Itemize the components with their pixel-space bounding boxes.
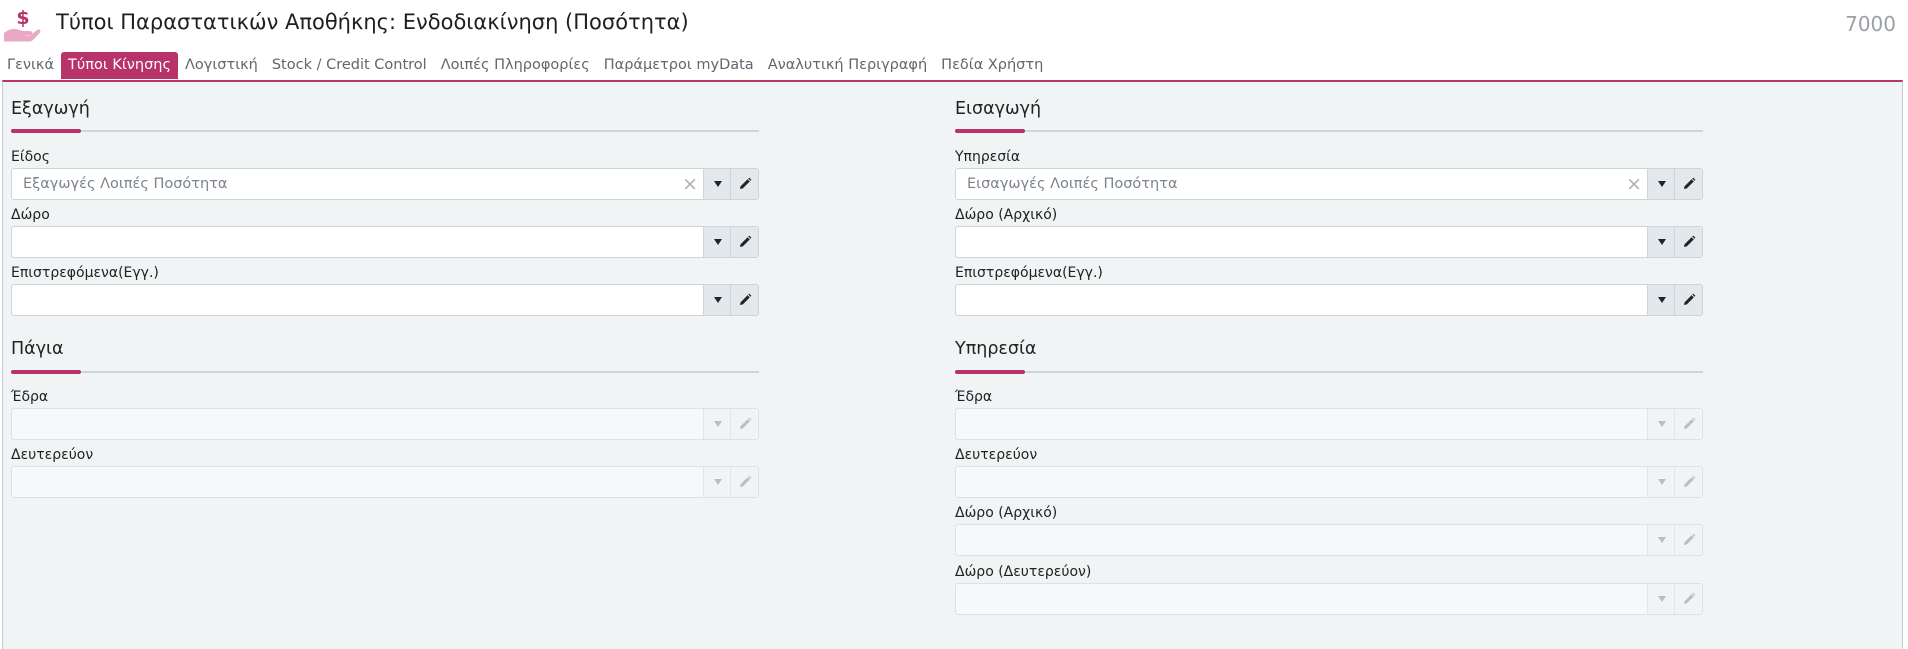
caret-down-icon [1657, 421, 1666, 427]
field-label-secondary: Δευτερεύον [955, 447, 1038, 463]
money-hand-icon: $ [4, 7, 41, 42]
item-value: Εξαγωγές Λοιπές Ποσότητα [23, 176, 228, 192]
field-label-returnables: Επιστρεφόμενα(Εγγ.) [11, 265, 159, 281]
assets-secondary-select [11, 466, 759, 498]
dropdown-button[interactable] [703, 169, 731, 199]
field-label-gift-initial: Δώρο (Αρχικό) [955, 505, 1058, 521]
service-value: Εισαγωγές Λοιπές Ποσότητα [967, 176, 1178, 192]
edit-button[interactable] [1674, 285, 1702, 315]
record-code: 7000 [1845, 12, 1896, 36]
service-gift-initial-select [955, 524, 1703, 556]
pencil-icon [739, 293, 751, 305]
edit-button[interactable] [1674, 227, 1702, 257]
caret-down-icon [713, 479, 722, 485]
section-divider [11, 370, 759, 374]
section-title-assets: Πάγια [11, 339, 64, 359]
dropdown-button [703, 409, 731, 439]
section-title-import: Εισαγωγή [955, 99, 1042, 119]
edit-button[interactable] [1674, 169, 1702, 199]
field-label-service: Υπηρεσία [955, 149, 1021, 165]
tab-general[interactable]: Γενικά [0, 52, 61, 79]
tab-user-fields[interactable]: Πεδία Χρήστη [934, 52, 1050, 79]
page-header: $ Τύποι Παραστατικών Αποθήκης: Ενδοδιακί… [0, 0, 1908, 50]
section-title-service: Υπηρεσία [955, 339, 1037, 359]
field-label-headquarters: Έδρα [955, 389, 993, 405]
dropdown-button[interactable] [1647, 227, 1675, 257]
svg-text:$: $ [16, 7, 29, 29]
pencil-icon [739, 235, 751, 247]
import-returnables-select[interactable] [955, 284, 1703, 316]
edit-button [1674, 584, 1702, 614]
dropdown-button[interactable] [1647, 285, 1675, 315]
service-gift-secondary-select [955, 583, 1703, 615]
dropdown-button [1647, 467, 1675, 497]
caret-down-icon [713, 297, 722, 303]
caret-down-icon [1657, 596, 1666, 602]
edit-button[interactable] [730, 169, 758, 199]
field-label-headquarters: Έδρα [11, 389, 49, 405]
gift-select[interactable] [11, 226, 759, 258]
pencil-icon [739, 417, 751, 429]
caret-down-icon [1657, 537, 1666, 543]
pencil-icon [1683, 293, 1695, 305]
field-label-gift-secondary: Δώρο (Δευτερεύον) [955, 564, 1092, 580]
field-label-gift: Δώρο [11, 207, 50, 223]
gift-initial-select[interactable] [955, 226, 1703, 258]
caret-down-icon [713, 239, 722, 245]
pencil-icon [739, 177, 751, 189]
dropdown-button[interactable] [703, 227, 731, 257]
movement-types-panel: Εξαγωγή Είδος Εξαγωγές Λοιπές Ποσότητα ×… [2, 80, 1903, 649]
pencil-icon [1683, 177, 1695, 189]
tab-bar: Γενικά Τύποι Κίνησης Λογιστική Stock / Cred… [0, 52, 1908, 80]
dropdown-button[interactable] [1647, 169, 1675, 199]
assets-headquarters-select [11, 408, 759, 440]
dropdown-button [1647, 525, 1675, 555]
clear-icon[interactable]: × [1626, 173, 1642, 195]
tab-other-info[interactable]: Λοιπές Πληροφορίες [434, 52, 597, 79]
pencil-icon [1683, 533, 1695, 545]
service-secondary-select [955, 466, 1703, 498]
edit-button[interactable] [730, 285, 758, 315]
tab-accounting[interactable]: Λογιστική [178, 52, 265, 79]
section-title-export: Εξαγωγή [11, 99, 90, 119]
section-divider [11, 129, 759, 133]
service-select[interactable]: Εισαγωγές Λοιπές Ποσότητα × [955, 168, 1703, 200]
caret-down-icon [1657, 479, 1666, 485]
pencil-icon [1683, 235, 1695, 247]
section-divider [955, 370, 1703, 374]
service-headquarters-select [955, 408, 1703, 440]
dropdown-button [1647, 409, 1675, 439]
field-label-item: Είδος [11, 149, 50, 165]
tab-mydata-params[interactable]: Παράμετροι myData [597, 52, 761, 79]
edit-button [730, 409, 758, 439]
item-select[interactable]: Εξαγωγές Λοιπές Ποσότητα × [11, 168, 759, 200]
tab-detailed-description[interactable]: Αναλυτική Περιγραφή [761, 52, 934, 79]
pencil-icon [1683, 592, 1695, 604]
returnables-select[interactable] [11, 284, 759, 316]
edit-button [730, 467, 758, 497]
caret-down-icon [713, 421, 722, 427]
edit-button [1674, 467, 1702, 497]
tab-stock-credit-control[interactable]: Stock / Credit Control [265, 52, 434, 79]
caret-down-icon [1657, 297, 1666, 303]
field-label-secondary: Δευτερεύον [11, 447, 94, 463]
caret-down-icon [1657, 181, 1666, 187]
clear-icon[interactable]: × [682, 173, 698, 195]
pencil-icon [739, 475, 751, 487]
field-label-gift-initial: Δώρο (Αρχικό) [955, 207, 1058, 223]
page-title: Τύποι Παραστατικών Αποθήκης: Ενδοδιακίνη… [56, 10, 689, 34]
field-label-returnables: Επιστρεφόμενα(Εγγ.) [955, 265, 1103, 281]
caret-down-icon [713, 181, 722, 187]
edit-button [1674, 409, 1702, 439]
edit-button[interactable] [730, 227, 758, 257]
pencil-icon [1683, 475, 1695, 487]
caret-down-icon [1657, 239, 1666, 245]
dropdown-button[interactable] [703, 285, 731, 315]
dropdown-button [703, 467, 731, 497]
pencil-icon [1683, 417, 1695, 429]
dropdown-button [1647, 584, 1675, 614]
tab-movement-types[interactable]: Τύποι Κίνησης [61, 52, 178, 79]
edit-button [1674, 525, 1702, 555]
section-divider [955, 129, 1703, 133]
